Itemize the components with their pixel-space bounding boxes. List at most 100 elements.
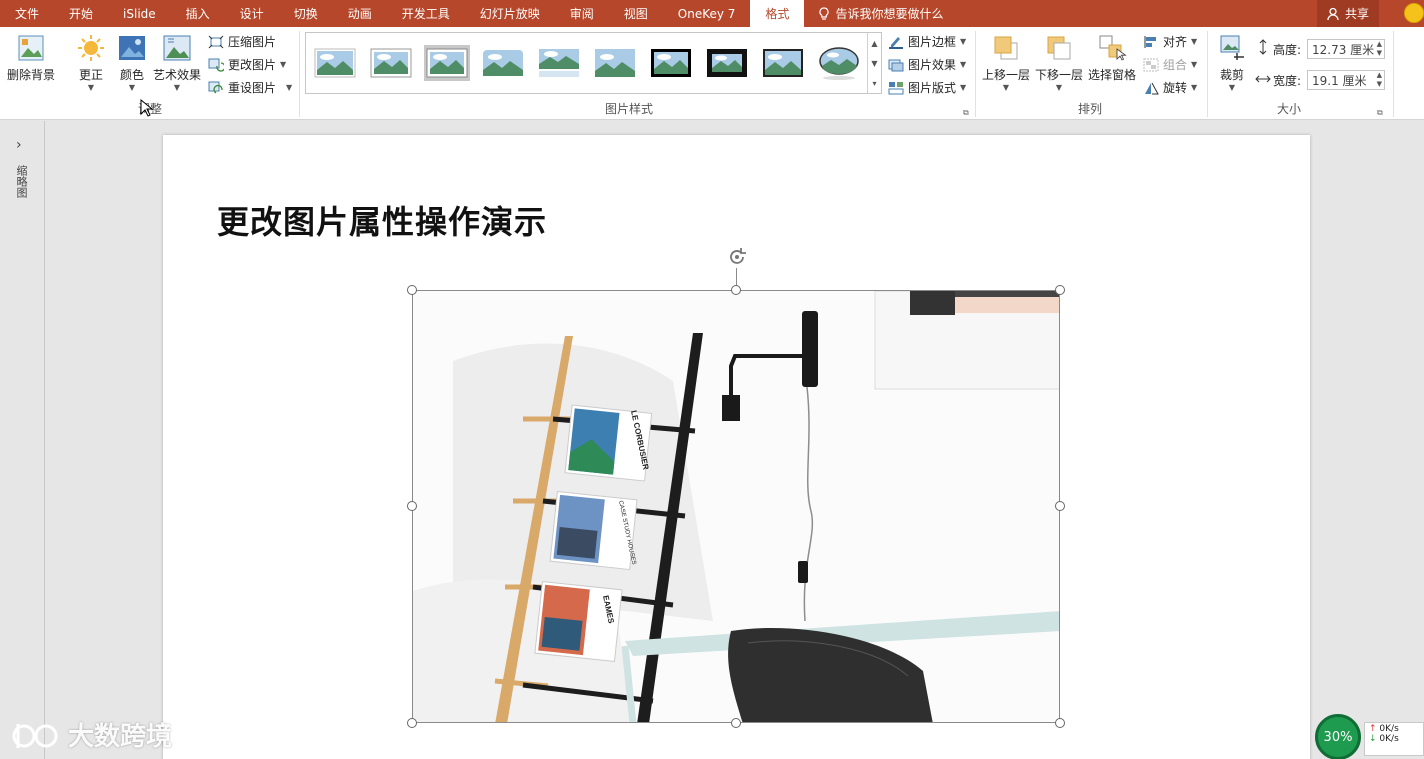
crop-label: 裁剪 [1219, 68, 1244, 82]
crop-button[interactable]: 裁剪 ▼ [1217, 33, 1247, 93]
dialog-launcher-icon[interactable]: ⧉ [963, 108, 969, 118]
picture-effects-button[interactable]: 图片效果 ▼ [888, 56, 966, 73]
resize-handle-right[interactable] [1055, 501, 1065, 511]
send-backward-button[interactable]: 下移一层 ▼ [1035, 33, 1083, 93]
person-icon [1327, 7, 1339, 20]
selected-picture[interactable]: LE CORBUSIER CASE STUDY HOUSES EAMES [412, 290, 1060, 723]
picture-layout-button[interactable]: 图片版式 ▼ [888, 79, 966, 96]
height-input[interactable]: 12.73 厘米 ▲ ▼ [1307, 39, 1385, 59]
resize-handle-top-right[interactable] [1055, 285, 1065, 295]
picture-style-thumbnail[interactable] [536, 45, 582, 81]
tell-me-box[interactable]: 告诉我你想要做什么 [804, 0, 943, 27]
watermark: 大数跨境 [10, 716, 172, 753]
reset-picture-icon [208, 81, 223, 94]
tab-developer[interactable]: 开发工具 [387, 0, 465, 27]
resize-handle-bottom-left[interactable] [407, 718, 417, 728]
watermark-text: 大数跨境 [68, 722, 173, 752]
corrections-button[interactable]: 更正 ▼ [76, 33, 106, 93]
thumbnail-pane: › 缩略图 [0, 121, 45, 759]
width-label: 宽度: [1273, 74, 1302, 88]
tab-onekey[interactable]: OneKey 7 [663, 0, 751, 27]
ribbon-tab-bar: 文件 开始 iSlide 插入 设计 切换 动画 开发工具 幻灯片放映 审阅 视… [0, 0, 1424, 27]
expand-arrow-icon[interactable]: › [16, 137, 22, 153]
resize-handle-left[interactable] [407, 501, 417, 511]
picture-style-thumbnail[interactable] [816, 45, 862, 81]
width-input[interactable]: 19.1 厘米 ▲ ▼ [1307, 70, 1385, 90]
picture-style-thumbnail-selected[interactable] [424, 45, 470, 81]
compress-pictures-button[interactable]: 压缩图片 [208, 33, 276, 50]
rotate-handle-icon[interactable] [726, 246, 748, 268]
download-arrow-icon: ↓ [1369, 734, 1377, 744]
slide-title[interactable]: 更改图片属性操作演示 [217, 197, 547, 243]
chevron-down-icon: ▼ [960, 36, 967, 46]
resize-handle-top-left[interactable] [407, 285, 417, 295]
tab-transitions[interactable]: 切换 [279, 0, 333, 27]
tab-home[interactable]: 开始 [54, 0, 108, 27]
width-spinner[interactable]: ▲ ▼ [1377, 71, 1382, 89]
tab-islide[interactable]: iSlide [108, 0, 171, 27]
height-icon [1259, 39, 1267, 55]
download-rate: 0K/s [1379, 734, 1399, 744]
selection-pane-button[interactable]: 选择窗格 [1088, 33, 1136, 83]
picture-style-thumbnail[interactable] [480, 45, 526, 81]
network-speed-widget[interactable]: 30% ↑ 0K/s ↓ 0K/s [1312, 712, 1424, 759]
tab-insert[interactable]: 插入 [171, 0, 225, 27]
color-picture-icon [119, 36, 145, 60]
resize-handle-top[interactable] [731, 285, 741, 295]
height-spinner[interactable]: ▲ ▼ [1377, 40, 1382, 58]
chevron-down-icon: ▼ [1228, 83, 1236, 92]
picture-style-thumbnail[interactable] [368, 45, 414, 81]
gallery-scroll-controls[interactable]: ▲ ▼ ▾ [867, 33, 881, 93]
rotate-label: 旋转 [1163, 81, 1188, 95]
tab-animations[interactable]: 动画 [333, 0, 387, 27]
bring-forward-label: 上移一层 [982, 68, 1031, 82]
corrections-label: 更正 [78, 68, 103, 82]
artistic-effects-label: 艺术效果 [153, 68, 202, 82]
tab-design[interactable]: 设计 [225, 0, 279, 27]
remove-background-button[interactable]: 删除背景 [7, 33, 55, 83]
room-photo: LE CORBUSIER CASE STUDY HOUSES EAMES [413, 291, 1059, 722]
share-button[interactable]: 共享 [1316, 0, 1379, 27]
change-picture-button[interactable]: 更改图片 ▼ [208, 56, 286, 73]
rotate-button[interactable]: 旋转 ▼ [1143, 79, 1197, 96]
crop-icon [1220, 35, 1244, 60]
upload-arrow-icon: ↑ [1369, 724, 1377, 734]
picture-style-thumbnail[interactable] [704, 45, 750, 81]
tab-file[interactable]: 文件 [0, 0, 54, 27]
feedback-smiley-icon[interactable] [1404, 3, 1424, 23]
sun-icon [78, 35, 104, 61]
tab-format[interactable]: 格式 [750, 0, 805, 27]
picture-border-button[interactable]: 图片边框 ▼ [888, 33, 966, 50]
height-value: 12.73 厘米 [1312, 42, 1375, 57]
watermark-logo-icon [12, 723, 58, 748]
chevron-down-icon: ▼ [1191, 59, 1198, 69]
group-separator [975, 31, 976, 117]
color-button[interactable]: 颜色 ▼ [117, 33, 147, 93]
reset-picture-button[interactable]: 重设图片 ▼ [208, 79, 292, 96]
align-button[interactable]: 对齐 ▼ [1143, 33, 1197, 50]
picture-style-thumbnail[interactable] [592, 45, 638, 81]
gallery-more-icon[interactable]: ▾ [872, 79, 876, 88]
group-icon [1143, 58, 1159, 71]
picture-style-thumbnail[interactable] [312, 45, 358, 81]
scroll-up-icon[interactable]: ▲ [871, 39, 877, 48]
bring-forward-button[interactable]: 上移一层 ▼ [982, 33, 1030, 93]
compress-label: 压缩图片 [228, 35, 277, 49]
artistic-effects-button[interactable]: 艺术效果 ▼ [153, 33, 201, 93]
group-label: 组合 [1163, 58, 1188, 72]
remove-background-icon [18, 35, 44, 61]
tab-review[interactable]: 审阅 [555, 0, 609, 27]
dialog-launcher-icon[interactable]: ⧉ [1377, 108, 1383, 118]
ribbon: 删除背景 更正 ▼ 颜色 ▼ 艺术效果 ▼ 压缩图片 更改图片 ▼ 重设图片 ▼… [0, 27, 1424, 120]
picture-style-thumbnail[interactable] [648, 45, 694, 81]
reset-picture-label: 重设图片 [228, 81, 277, 95]
scroll-down-icon[interactable]: ▼ [871, 59, 877, 68]
tab-view[interactable]: 视图 [609, 0, 663, 27]
picture-layout-label: 图片版式 [908, 81, 957, 95]
group-separator [1393, 31, 1394, 117]
resize-handle-bottom[interactable] [731, 718, 741, 728]
resize-handle-bottom-right[interactable] [1055, 718, 1065, 728]
tab-slideshow[interactable]: 幻灯片放映 [465, 0, 555, 27]
picture-style-thumbnail[interactable] [760, 45, 806, 81]
size-group-label: 大小 [1277, 102, 1302, 116]
